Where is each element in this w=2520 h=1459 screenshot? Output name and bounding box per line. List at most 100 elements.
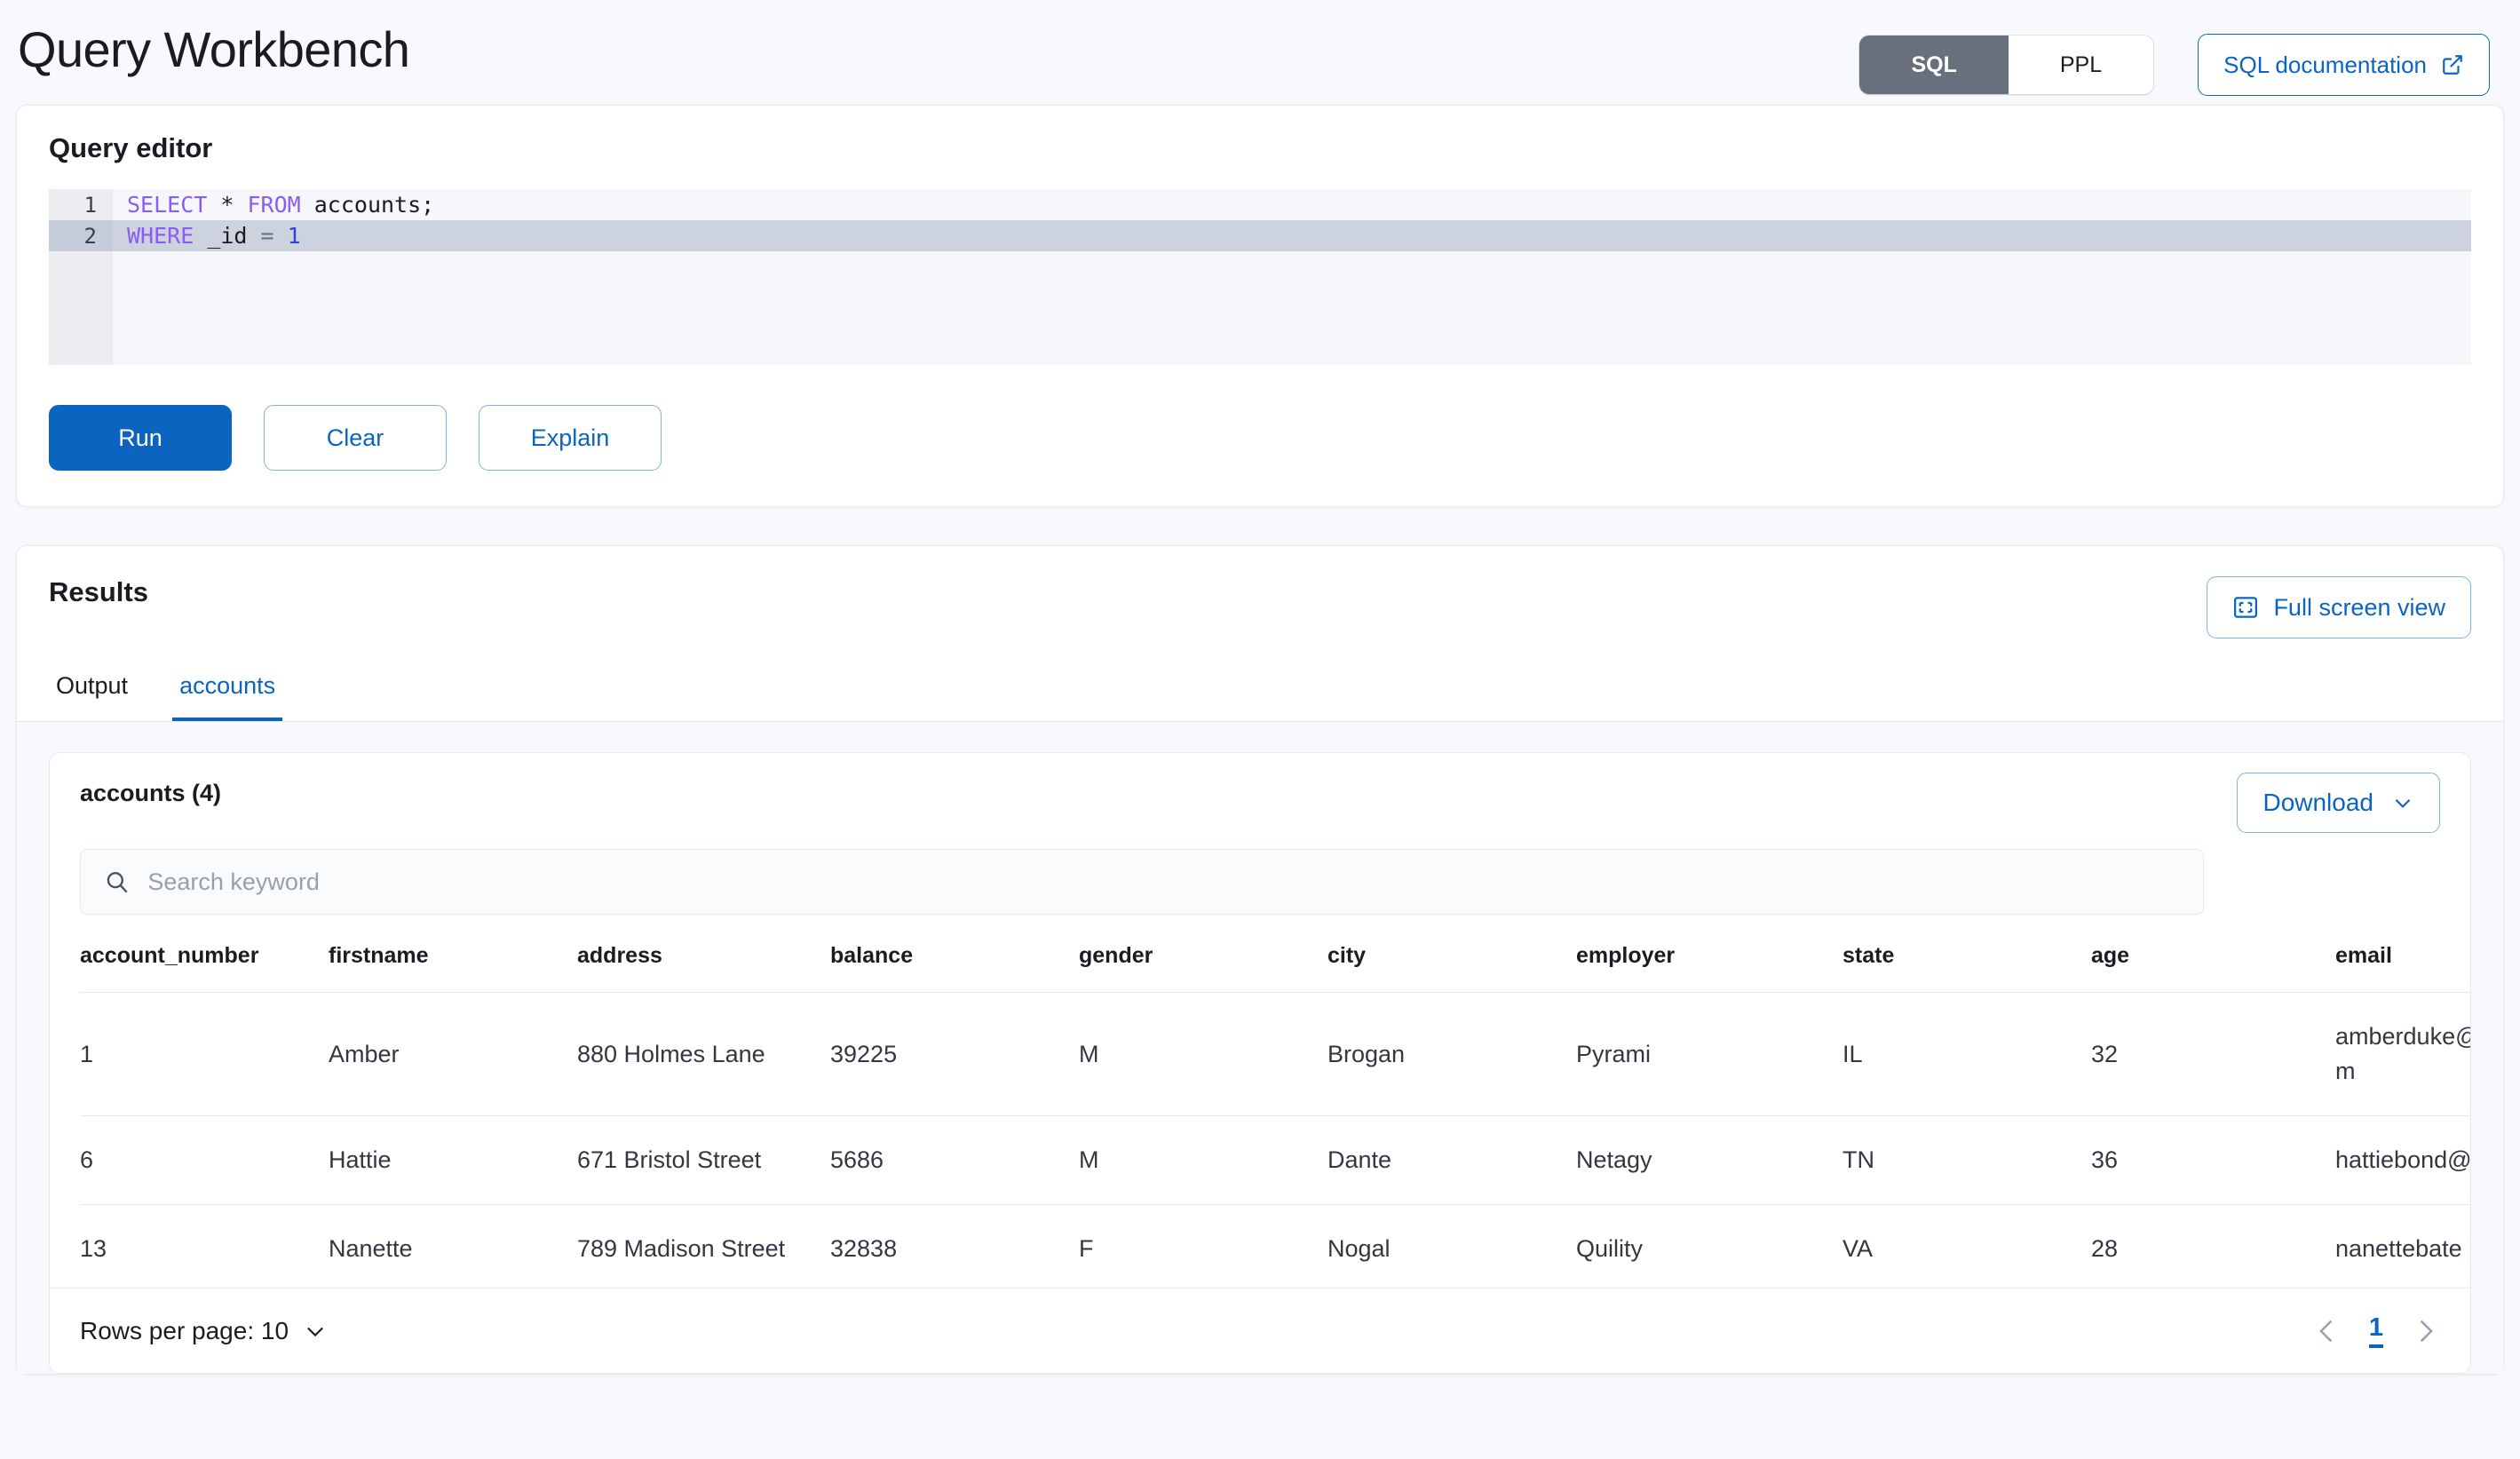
full-screen-view-button[interactable]: Full screen view [2207, 576, 2471, 638]
column-header-city[interactable]: city [1327, 934, 1576, 993]
line-number: 1 [83, 192, 97, 218]
cell-gender: M [1079, 1115, 1327, 1206]
cell-age: 28 [2091, 1204, 2335, 1295]
query-editor-card: Query editor 1 SELECT * FROM accounts; 2… [16, 105, 2504, 507]
line-number: 2 [83, 223, 97, 249]
cell-employer: Quility [1576, 1204, 1842, 1295]
rows-per-page-selector[interactable]: Rows per page: 10 [80, 1317, 328, 1345]
cell-balance: 5686 [830, 1115, 1079, 1206]
pagination-controls: 1 [2312, 1313, 2440, 1348]
top-bar-controls: SQL PPL SQL documentation [1859, 18, 2490, 96]
cell-email: hattiebond@ com [2335, 1115, 2470, 1206]
column-header-account-number[interactable]: account_number [80, 934, 329, 993]
column-header-email[interactable]: email [2335, 934, 2470, 993]
column-header-state[interactable]: state [1842, 934, 2091, 993]
table-title: accounts (4) [80, 780, 222, 806]
cell-balance: 32838 [830, 1204, 1079, 1295]
table-row: 13 Nanette 789 Madison Street 32838 F No… [80, 1204, 2470, 1295]
page-title: Query Workbench [18, 21, 410, 77]
cell-city: Dante [1327, 1115, 1576, 1206]
previous-page-icon[interactable] [2312, 1316, 2342, 1346]
cell-employer: Pyrami [1576, 992, 1842, 1117]
column-header-employer[interactable]: employer [1576, 934, 1842, 993]
sql-plain: * [207, 192, 248, 218]
cell-balance: 39225 [830, 992, 1079, 1117]
cell-city: Nogal [1327, 1204, 1576, 1295]
sql-plain: accounts; [300, 192, 435, 218]
sql-documentation-button[interactable]: SQL documentation [2198, 34, 2490, 96]
language-tab-ppl[interactable]: PPL [2008, 36, 2154, 94]
table-pagination-bar: Rows per page: 10 1 [50, 1288, 2470, 1373]
rows-per-page-label: Rows per page: 10 [80, 1316, 289, 1344]
cell-employer: Netagy [1576, 1115, 1842, 1206]
run-button[interactable]: Run [49, 405, 232, 471]
cell-state: TN [1842, 1115, 2091, 1206]
cell-age: 36 [2091, 1115, 2335, 1206]
table-head: account_number firstname address balance… [80, 934, 2470, 993]
cell-age: 32 [2091, 992, 2335, 1117]
cell-firstname: Amber [329, 992, 577, 1117]
column-header-age[interactable]: age [2091, 934, 2335, 993]
query-editor-title: Query editor [49, 132, 213, 163]
cell-account-number: 1 [80, 992, 329, 1117]
cell-account-number: 6 [80, 1115, 329, 1206]
editor-line: 1 SELECT * FROM accounts; [49, 189, 2471, 220]
tab-output[interactable]: Output [49, 663, 135, 721]
page-number-1[interactable]: 1 [2368, 1313, 2383, 1348]
line-content: WHERE _id = 1 [113, 223, 301, 249]
sql-keyword: SELECT [127, 192, 208, 218]
search-field-wrapper[interactable] [80, 849, 2204, 915]
results-header: Results Full screen view [17, 546, 2503, 638]
search-icon [107, 872, 128, 893]
cell-gender: M [1079, 992, 1327, 1117]
results-tabs: Output accounts [17, 663, 2503, 722]
table-header-row: account_number firstname address balance… [80, 934, 2470, 993]
cell-state: IL [1842, 992, 2091, 1117]
download-button[interactable]: Download [2237, 773, 2440, 833]
explain-button[interactable]: Explain [479, 405, 662, 471]
download-label: Download [2262, 789, 2373, 816]
cell-gender: F [1079, 1204, 1327, 1295]
table-row: 1 Amber 880 Holmes Lane 39225 M Brogan P… [80, 992, 2470, 1117]
cell-firstname: Nanette [329, 1204, 577, 1295]
sql-documentation-label: SQL documentation [2223, 51, 2427, 78]
column-header-firstname[interactable]: firstname [329, 934, 577, 993]
sql-plain [274, 223, 288, 249]
editor-action-buttons: Run Clear Explain [49, 405, 2471, 471]
sql-keyword: WHERE [127, 223, 194, 249]
column-header-gender[interactable]: gender [1079, 934, 1327, 993]
full-screen-icon [2234, 597, 2258, 618]
clear-button[interactable]: Clear [264, 405, 447, 471]
next-page-icon[interactable] [2410, 1316, 2440, 1346]
sql-code-editor[interactable]: 1 SELECT * FROM accounts; 2 WHERE _id = … [49, 189, 2471, 365]
language-tab-sql[interactable]: SQL [1859, 36, 2009, 94]
chevron-down-icon [307, 1327, 323, 1336]
cell-email: nanettebate .com [2335, 1204, 2470, 1295]
full-screen-label: Full screen view [2273, 593, 2445, 621]
table-panel-header: accounts (4) Download [80, 773, 2440, 833]
search-input[interactable] [147, 868, 2180, 896]
cell-email: amberduke@ com [2335, 992, 2470, 1117]
cell-city: Brogan [1327, 992, 1576, 1117]
query-workbench-page: Query Workbench SQL PPL SQL documentatio… [0, 0, 2520, 1459]
cell-address: 789 Madison Street [577, 1204, 830, 1295]
sql-operator: = [260, 223, 274, 249]
sql-keyword: FROM [247, 192, 301, 218]
language-toggle-group: SQL PPL [1859, 36, 2154, 94]
column-header-balance[interactable]: balance [830, 934, 1079, 993]
cell-state: VA [1842, 1204, 2091, 1295]
cell-address: 671 Bristol Street [577, 1115, 830, 1206]
column-header-address[interactable]: address [577, 934, 830, 993]
top-bar: Query Workbench SQL PPL SQL documentatio… [0, 0, 2520, 105]
sql-plain: _id [194, 223, 261, 249]
editor-line: 2 WHERE _id = 1 [49, 220, 2471, 251]
cell-account-number: 13 [80, 1204, 329, 1295]
results-title: Results [49, 576, 148, 607]
results-card: Results Full screen view Output accounts… [16, 545, 2504, 1375]
editor-code-rows: 1 SELECT * FROM accounts; 2 WHERE _id = … [49, 189, 2471, 251]
tab-accounts[interactable]: accounts [172, 663, 283, 721]
accounts-table-panel: accounts (4) Download Search keyword acc… [49, 752, 2471, 1374]
chevron-down-icon [2395, 798, 2411, 808]
external-link-icon [2443, 55, 2462, 75]
cell-address: 880 Holmes Lane [577, 992, 830, 1117]
